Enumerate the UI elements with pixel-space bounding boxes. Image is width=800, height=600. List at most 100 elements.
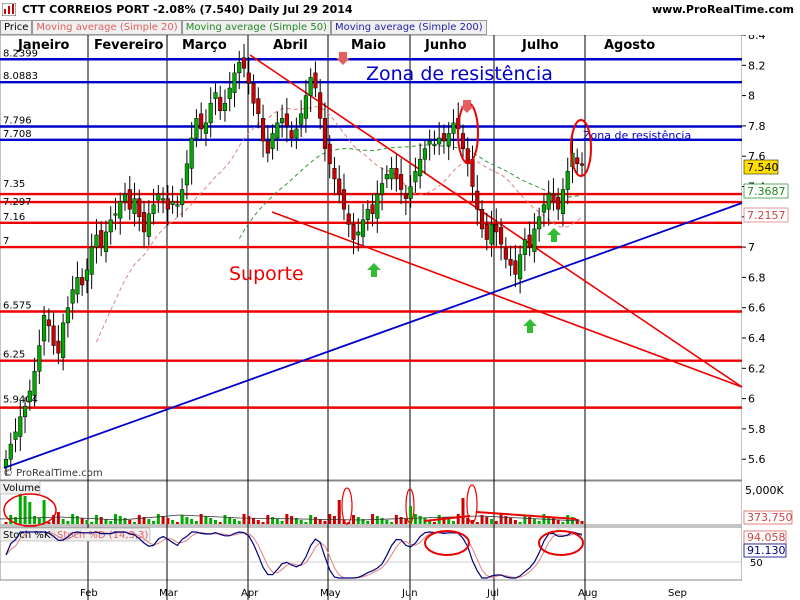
candle-body bbox=[403, 193, 408, 199]
candle-body bbox=[132, 198, 137, 215]
candle-body bbox=[218, 96, 223, 111]
level-label: 7.16 bbox=[3, 212, 25, 223]
volume-bar bbox=[71, 514, 75, 524]
volume-bar bbox=[4, 522, 8, 524]
volume-bar bbox=[137, 515, 141, 524]
candle-body bbox=[265, 140, 270, 154]
candle-body bbox=[522, 239, 527, 255]
candle-body bbox=[513, 260, 518, 275]
level-label: 7 bbox=[3, 236, 9, 247]
level-label: 7.708 bbox=[3, 129, 32, 140]
candle-body bbox=[489, 224, 494, 245]
y-tick-label: 7.8 bbox=[748, 120, 766, 133]
volume-bar bbox=[94, 515, 98, 524]
volume-bar bbox=[199, 514, 203, 524]
candle-body bbox=[413, 171, 418, 183]
candle-body bbox=[184, 163, 189, 186]
volume-bar bbox=[404, 519, 408, 524]
candle-body bbox=[479, 208, 485, 230]
y-tick-label: 8 bbox=[748, 90, 755, 103]
volume-bar bbox=[152, 521, 156, 524]
volume-bar bbox=[156, 514, 160, 524]
volume-bar bbox=[18, 494, 22, 524]
candle-body bbox=[470, 158, 475, 187]
volume-bar bbox=[80, 518, 84, 524]
volume-bar bbox=[551, 518, 555, 524]
support-label: Suporte bbox=[229, 263, 304, 285]
volume-bar bbox=[485, 517, 489, 524]
candle-body bbox=[241, 57, 247, 69]
y-tick-label: 8.4 bbox=[748, 35, 766, 42]
candle-body bbox=[427, 140, 432, 145]
candle-body bbox=[94, 234, 99, 248]
candle-body bbox=[560, 189, 566, 215]
legend-ma20[interactable]: Moving average (Simple 20) bbox=[32, 20, 182, 35]
volume-bar bbox=[275, 519, 279, 524]
month-label: Julho bbox=[521, 38, 559, 53]
candle-body bbox=[565, 171, 570, 190]
volume-bar bbox=[366, 521, 370, 524]
candle-body bbox=[75, 277, 80, 295]
legend-ma200[interactable]: Moving average (Simple 200) bbox=[330, 20, 487, 35]
candle-body bbox=[275, 122, 280, 139]
candle-body bbox=[394, 168, 399, 180]
volume-bar bbox=[209, 518, 213, 524]
site-link[interactable]: www.ProRealTime.com bbox=[652, 3, 794, 16]
volume-bar bbox=[575, 519, 579, 524]
volume-bar bbox=[556, 520, 560, 524]
volume-bar bbox=[266, 515, 270, 524]
candle-body bbox=[261, 118, 266, 142]
candle-body bbox=[127, 189, 132, 210]
candle-body bbox=[360, 219, 366, 237]
candle-body bbox=[84, 269, 89, 281]
volume-bar bbox=[85, 520, 89, 524]
candle-body bbox=[475, 190, 480, 210]
x-axis-label: May bbox=[320, 588, 341, 599]
volume-bar bbox=[37, 518, 41, 524]
candle-body bbox=[213, 92, 218, 99]
candle-body bbox=[451, 122, 456, 134]
y-tick-label: 6.4 bbox=[748, 332, 766, 345]
candle-body bbox=[18, 416, 23, 437]
candle-body bbox=[156, 193, 161, 201]
candle-body bbox=[113, 213, 118, 216]
title-bar: CTT CORREIOS PORT -2.08% (7.540) Daily J… bbox=[0, 0, 800, 20]
volume-bar bbox=[175, 522, 179, 524]
volume-bar bbox=[513, 520, 517, 524]
volume-bar bbox=[271, 517, 275, 524]
candle-body bbox=[327, 143, 332, 165]
price-chart[interactable]: Janeiro Fevereiro Março Abril Maio Junho Julho… bbox=[0, 35, 800, 600]
volume-bar bbox=[566, 515, 570, 524]
volume-bar bbox=[390, 522, 394, 524]
candle-body bbox=[46, 319, 51, 327]
candle-body bbox=[146, 213, 151, 237]
stoch-50-label: 50 bbox=[750, 558, 763, 569]
candle-body bbox=[508, 258, 513, 266]
candle-body bbox=[232, 72, 237, 93]
candle-body bbox=[137, 198, 142, 218]
candle-body bbox=[308, 77, 313, 96]
candle-body bbox=[61, 322, 66, 358]
candle-body bbox=[37, 345, 42, 372]
candle-body bbox=[189, 137, 194, 169]
legend-price[interactable]: Price bbox=[0, 20, 33, 35]
candle-body bbox=[356, 231, 361, 236]
volume-bar bbox=[290, 516, 294, 524]
y-tick-label: 6.8 bbox=[748, 271, 766, 284]
candle-body bbox=[89, 246, 94, 275]
legend-ma50[interactable]: Moving average (Simple 50) bbox=[181, 20, 331, 35]
volume-bar bbox=[190, 519, 194, 524]
candle-body bbox=[227, 87, 232, 99]
level-label: 7.297 bbox=[3, 197, 32, 208]
volume-bar bbox=[332, 516, 336, 524]
volume-bar bbox=[580, 521, 584, 524]
volume-bar bbox=[418, 516, 422, 524]
volume-bar bbox=[223, 515, 227, 524]
volume-bar bbox=[242, 514, 246, 524]
volume-bar bbox=[171, 520, 175, 524]
volume-bar bbox=[499, 514, 503, 524]
candle-body bbox=[299, 113, 304, 125]
candle-body bbox=[103, 231, 109, 252]
candle-body bbox=[256, 98, 261, 115]
prorealtime-logo-icon bbox=[2, 3, 16, 16]
